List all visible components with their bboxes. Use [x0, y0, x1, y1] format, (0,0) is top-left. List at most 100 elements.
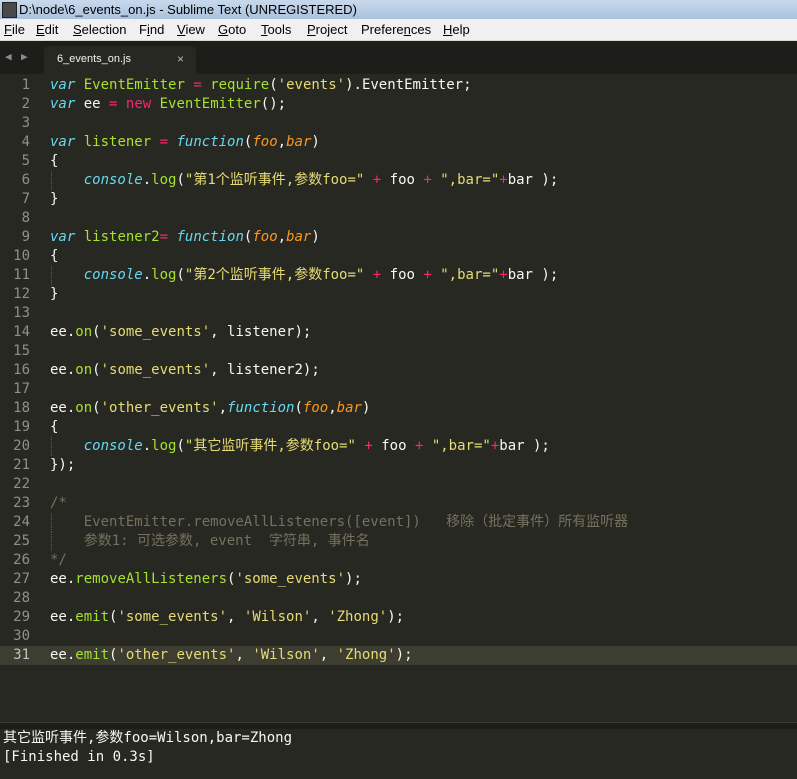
code-line[interactable]: 4 var listener = function(foo,bar) — [0, 133, 797, 152]
code-token: ) — [311, 229, 320, 245]
line-number: 23 — [13, 495, 30, 511]
code-token: foo — [252, 229, 278, 245]
menu-find[interactable]: Find — [139, 21, 164, 38]
line-number: 18 — [13, 400, 30, 416]
code-line[interactable]: 9 var listener2= function(foo,bar) — [0, 228, 797, 247]
code-line[interactable]: 7} — [0, 190, 797, 209]
code-token: + — [364, 438, 373, 454]
code-line[interactable]: 5{ — [0, 152, 797, 171]
code-token: ee. — [50, 362, 76, 378]
code-line[interactable]: 25 参数1: 可选参数, event 字符串, 事件名 — [0, 532, 797, 551]
code-token: require — [210, 77, 270, 93]
code-line[interactable]: 1 var EventEmitter = require('events').Ev… — [0, 76, 797, 95]
code-text: ee.emit('some_events', 'Wilson', 'Zhong'… — [50, 608, 404, 627]
code-token: */ — [50, 552, 67, 568]
code-token: function — [227, 400, 295, 416]
code-token: 'other_events' — [100, 400, 219, 416]
code-token: , — [218, 400, 228, 416]
code-line[interactable]: 27 ee.removeAllListeners('some_events'); — [0, 570, 797, 589]
code-token: + — [499, 267, 508, 283]
code-line[interactable]: 28 — [0, 589, 797, 608]
code-token: , — [311, 609, 329, 625]
close-tab-icon[interactable]: × — [177, 52, 184, 66]
code-token: ( — [176, 267, 185, 283]
menu-selection[interactable]: Selection — [73, 21, 126, 38]
code-line[interactable]: 31 ee.emit('other_events', 'Wilson', 'Zho… — [0, 646, 797, 665]
code-line[interactable]: 26 */ — [0, 551, 797, 570]
menu-tools[interactable]: Tools — [261, 21, 291, 38]
code-text: console.log("第1个监听事件,参数foo=" + foo + ",b… — [50, 171, 559, 190]
code-token: /* — [50, 495, 67, 511]
code-line[interactable]: 13 — [0, 304, 797, 323]
code-line[interactable]: 12} — [0, 285, 797, 304]
code-line[interactable]: 3 — [0, 114, 797, 133]
code-token: ).EventEmitter; — [345, 77, 472, 93]
code-token: console — [83, 172, 143, 188]
code-line[interactable]: 29 ee.emit('some_events', 'Wilson', 'Zhon… — [0, 608, 797, 627]
code-text: { — [50, 247, 58, 266]
code-text: } — [50, 285, 58, 304]
code-token: on — [75, 324, 93, 340]
tab-bar: ◀ ▶ 6_events_on.js × — [0, 41, 797, 74]
code-token: 'events' — [277, 77, 346, 93]
code-line[interactable]: 20 console.log("其它监听事件,参数foo=" + foo + "… — [0, 437, 797, 456]
code-line[interactable]: 17 — [0, 380, 797, 399]
menu-project[interactable]: Project — [307, 21, 347, 38]
code-token: { — [50, 419, 59, 435]
code-line[interactable]: 19 { — [0, 418, 797, 437]
code-line[interactable]: 8 — [0, 209, 797, 228]
code-token: EventEmitter — [159, 96, 261, 112]
code-line[interactable]: 22 — [0, 475, 797, 494]
code-token: (); — [260, 96, 287, 112]
menu-goto[interactable]: Goto — [218, 21, 246, 38]
code-line[interactable]: 16 ee.on('some_events', listener2); — [0, 361, 797, 380]
code-editor[interactable]: 1 var EventEmitter = require('events').Ev… — [0, 74, 797, 722]
code-token: , — [277, 134, 287, 150]
file-tab[interactable]: 6_events_on.js × — [44, 46, 196, 74]
menu-help[interactable]: Help — [443, 21, 470, 38]
code-token: ee. — [50, 647, 76, 663]
code-token: ); — [395, 647, 413, 663]
code-line[interactable]: 11 console.log("第2个监听事件,参数foo=" + foo + … — [0, 266, 797, 285]
code-token: foo — [372, 438, 415, 454]
code-token: "第1个监听事件,参数foo=" — [184, 172, 365, 188]
code-line[interactable]: 18 ee.on('other_events',function(foo,bar) — [0, 399, 797, 418]
code-line[interactable]: 23 /* — [0, 494, 797, 513]
code-line[interactable]: 6 console.log("第1个监听事件,参数foo=" + foo + "… — [0, 171, 797, 190]
code-token: ee. — [50, 400, 76, 416]
menu-file[interactable]: File — [4, 21, 25, 38]
code-token: foo — [381, 267, 424, 283]
code-token: . — [142, 438, 152, 454]
code-line[interactable]: 14 ee.on('some_events', listener); — [0, 323, 797, 342]
code-token: "第2个监听事件,参数foo=" — [184, 267, 365, 283]
tab-scroll-left-icon[interactable]: ◀ — [5, 50, 12, 63]
line-number: 4 — [21, 134, 30, 150]
code-token: 'some_events' — [235, 571, 346, 587]
code-token: var — [50, 96, 76, 112]
code-token: new — [125, 96, 152, 112]
line-number: 20 — [13, 438, 30, 454]
code-token: 'other_events' — [117, 647, 236, 663]
line-number: 27 — [13, 571, 30, 587]
code-token: 'some_events' — [100, 362, 211, 378]
menu-preferences[interactable]: Preferences — [361, 21, 431, 38]
tab-scroll-right-icon[interactable]: ▶ — [21, 50, 28, 63]
code-token: emit — [75, 609, 110, 625]
line-number: 29 — [13, 609, 30, 625]
code-token: foo — [252, 134, 278, 150]
code-line[interactable]: 21}); — [0, 456, 797, 475]
menu-edit[interactable]: Edit — [36, 21, 58, 38]
code-line[interactable]: 10 { — [0, 247, 797, 266]
code-line[interactable]: 30 — [0, 627, 797, 646]
code-text: var listener = function(foo,bar) — [50, 133, 320, 152]
code-token: removeAllListeners — [75, 571, 228, 587]
code-line[interactable]: 2 var ee = new EventEmitter(); — [0, 95, 797, 114]
menu-view[interactable]: View — [177, 21, 205, 38]
code-line[interactable]: 24 EventEmitter.removeAllListeners([even… — [0, 513, 797, 532]
output-panel-divider[interactable] — [0, 722, 797, 729]
build-output-panel[interactable]: 其它监听事件,参数foo=Wilson,bar=Zhong [Finished … — [0, 729, 797, 779]
code-line[interactable]: 15 — [0, 342, 797, 361]
